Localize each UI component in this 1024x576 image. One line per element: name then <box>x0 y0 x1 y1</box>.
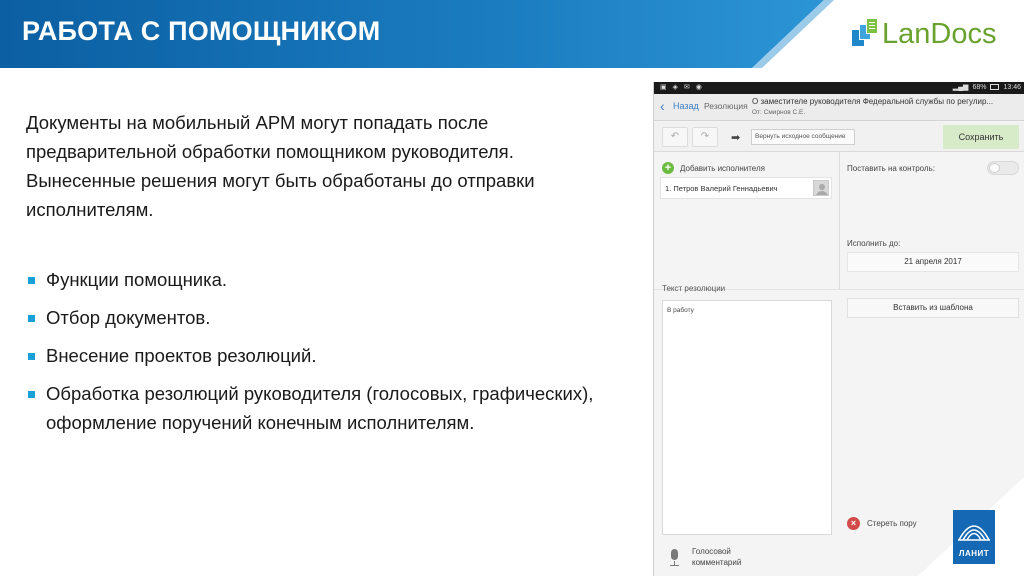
signal-icon: ▂▄▆ <box>952 84 969 91</box>
square-bullet-icon <box>28 277 35 284</box>
voice-comment-button[interactable]: Голосовой комментарий <box>662 542 832 572</box>
microphone-icon <box>665 548 685 568</box>
undo-icon[interactable]: ↶ <box>662 127 688 147</box>
status-right: ▂▄▆ 68% 13:46 <box>952 83 1021 92</box>
close-icon[interactable]: × <box>847 517 860 530</box>
battery-icon <box>990 84 1000 90</box>
executor-name: 1. Петров Валерий Геннадьевич <box>665 184 778 193</box>
function-list: Функции помощника. Отбор документов. Вне… <box>26 265 626 446</box>
due-date-field[interactable]: 21 апреля 2017 <box>847 252 1019 272</box>
control-toggle[interactable] <box>987 161 1019 175</box>
brand-logo: LanDocs <box>850 14 996 54</box>
corner-decoration <box>918 477 1024 576</box>
back-button[interactable]: Назад <box>673 101 699 111</box>
list-item: Обработка резолюций руководителя (голосо… <box>26 379 626 437</box>
control-label: Поставить на контроль: <box>847 164 935 173</box>
notification-icons: ▣ ◈ ✉ ◉ <box>660 84 704 91</box>
arrow-right-icon: ➡ <box>731 132 741 144</box>
battery-percent: 68% <box>972 83 987 91</box>
document-sender: От: Смирнов С.Е. <box>752 109 806 116</box>
executor-row[interactable]: 1. Петров Валерий Геннадьевич <box>660 177 832 199</box>
app-bar: ‹ Назад Резолюция О заместителе руководи… <box>654 94 1024 121</box>
clock: 13:46 <box>1003 83 1021 91</box>
due-date-label: Исполнить до: <box>847 239 901 248</box>
document-title: О заместителе руководителя Федеральной с… <box>752 97 994 106</box>
toggle-knob <box>989 163 1000 173</box>
intro-paragraph: Документы на мобильный АРМ могут попадат… <box>26 112 535 220</box>
lanit-logo-icon <box>958 525 990 541</box>
list-item: Функции помощника. <box>26 265 626 294</box>
lanit-logo: ЛАНИТ <box>953 510 995 564</box>
insert-template-button[interactable]: Вставить из шаблона <box>847 298 1019 318</box>
return-original-button[interactable]: Вернуть исходное сообщение <box>751 129 855 145</box>
avatar <box>813 180 829 196</box>
brand-name: LanDocs <box>882 17 997 50</box>
chevron-left-icon[interactable]: ‹ <box>660 99 665 113</box>
list-item: Отбор документов. <box>26 303 626 332</box>
plus-icon: + <box>662 162 674 174</box>
column-divider <box>839 152 840 289</box>
add-executor-button[interactable]: + Добавить исполнителя <box>662 162 765 174</box>
breadcrumb: Резолюция <box>704 101 748 111</box>
toolbar: ↶ ↷ ➡ Вернуть исходное сообщение Сохрани… <box>654 122 1024 152</box>
add-executor-label: Добавить исполнителя <box>680 163 765 173</box>
header-banner: РАБОТА С ПОМОЩНИКОМ LanDocs <box>0 0 1024 68</box>
resolution-text-label: Текст резолюции <box>662 284 726 293</box>
landocs-logo-icon <box>850 18 878 50</box>
resolution-text-value: В работу <box>667 307 694 314</box>
status-bar: ▣ ◈ ✉ ◉ ▂▄▆ 68% 13:46 <box>654 82 1024 94</box>
save-button[interactable]: Сохранить <box>943 125 1019 149</box>
square-bullet-icon <box>28 353 35 360</box>
page-title: РАБОТА С ПОМОЩНИКОМ <box>22 16 381 46</box>
square-bullet-icon <box>28 391 35 398</box>
square-bullet-icon <box>28 315 35 322</box>
resolution-text-area[interactable]: В работу <box>662 300 832 535</box>
voice-comment-label: Голосовой комментарий <box>692 547 742 567</box>
lanit-logo-text: ЛАНИТ <box>958 549 990 558</box>
list-item: Внесение проектов резолюций. <box>26 341 626 370</box>
redo-icon[interactable]: ↷ <box>692 127 718 147</box>
